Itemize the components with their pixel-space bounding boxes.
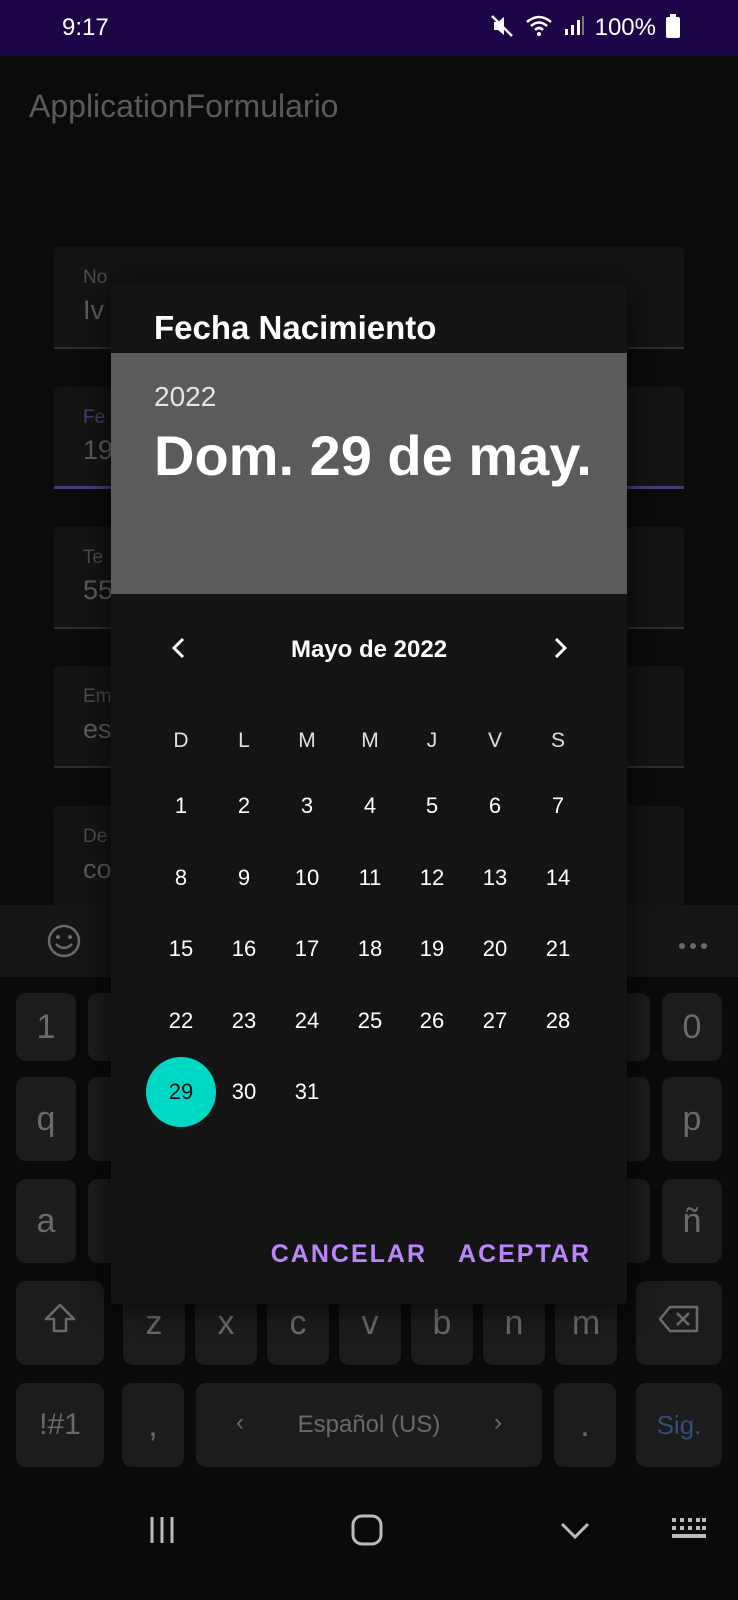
calendar-day[interactable]: 30 <box>209 1057 279 1127</box>
backspace-key[interactable] <box>636 1281 722 1365</box>
status-time: 9:17 <box>62 14 109 41</box>
weekday-label: S <box>550 729 565 752</box>
dialog-title: Fecha Nacimiento <box>154 309 437 346</box>
field-label: Te <box>83 547 104 568</box>
next-key[interactable]: Sig. <box>636 1383 722 1467</box>
key-0[interactable]: 0 <box>662 993 722 1061</box>
key-a[interactable]: a <box>16 1179 76 1263</box>
field-value: es <box>83 714 112 744</box>
calendar-day[interactable]: 22 <box>146 986 216 1056</box>
calendar-day[interactable]: 23 <box>209 986 279 1056</box>
calendar-day[interactable]: 28 <box>523 986 593 1056</box>
weekday-label: M <box>298 729 316 752</box>
calendar-day[interactable]: 12 <box>397 843 467 913</box>
emoji-icon[interactable] <box>46 923 82 964</box>
field-label: De <box>83 826 108 847</box>
shift-icon <box>42 1301 78 1346</box>
date-picker-header: 2022 Dom. 29 de may. <box>111 353 627 594</box>
weekday-label: V <box>487 729 502 752</box>
calendar-day[interactable]: 17 <box>272 914 342 984</box>
calendar-day[interactable]: 8 <box>146 843 216 913</box>
calendar-day[interactable]: 31 <box>272 1057 342 1127</box>
calendar-day[interactable]: 5 <box>397 771 467 841</box>
signal-icon <box>563 15 585 42</box>
comma-key[interactable]: , <box>122 1383 184 1467</box>
field-value: Iv <box>83 295 105 325</box>
calendar-day[interactable]: 1 <box>146 771 216 841</box>
calendar-day[interactable]: 2 <box>209 771 279 841</box>
weekday-label: M <box>361 729 379 752</box>
recents-icon[interactable] <box>146 1514 178 1551</box>
chevron-left-icon: ‹ <box>236 1409 244 1436</box>
field-value: co <box>83 854 112 884</box>
battery-icon <box>666 13 680 43</box>
calendar-day[interactable]: 20 <box>460 914 530 984</box>
calendar-day[interactable]: 24 <box>272 986 342 1056</box>
calendar-day[interactable]: 13 <box>460 843 530 913</box>
chevron-right-icon: › <box>494 1409 502 1436</box>
battery-percent: 100% <box>594 14 656 41</box>
home-icon[interactable] <box>350 1513 384 1552</box>
weekday-label: J <box>426 729 438 752</box>
calendar-day[interactable]: 26 <box>397 986 467 1056</box>
status-bar: 9:17 100% <box>0 0 738 56</box>
calendar-day[interactable]: 25 <box>335 986 405 1056</box>
key-q[interactable]: q <box>16 1077 76 1161</box>
calendar-day[interactable]: 3 <box>272 771 342 841</box>
weekday-label: L <box>238 729 250 752</box>
dialog-actions: CANCELAR ACEPTAR <box>271 1240 591 1269</box>
calendar-day[interactable]: 14 <box>523 843 593 913</box>
calendar-day[interactable]: 27 <box>460 986 530 1056</box>
calendar-day[interactable]: 15 <box>146 914 216 984</box>
month-navigation: Mayo de 2022 <box>111 630 627 670</box>
calendar-day[interactable]: 11 <box>335 843 405 913</box>
date-picker-dialog: Fecha Nacimiento 2022 Dom. 29 de may. Ma… <box>111 283 627 1304</box>
field-label: Em <box>83 686 112 707</box>
shift-key[interactable] <box>16 1281 104 1365</box>
calendar-day[interactable]: 10 <box>272 843 342 913</box>
cancel-button[interactable]: CANCELAR <box>271 1240 427 1269</box>
calendar-day[interactable]: 4 <box>335 771 405 841</box>
symbols-key[interactable]: !#1 <box>16 1383 104 1467</box>
calendar-day[interactable]: 19 <box>397 914 467 984</box>
calendar-day[interactable]: 18 <box>335 914 405 984</box>
calendar-day[interactable]: 9 <box>209 843 279 913</box>
space-key[interactable]: ‹ Español (US) › <box>196 1383 542 1467</box>
selected-date: Dom. 29 de may. <box>154 424 592 487</box>
chevron-down-icon[interactable] <box>558 1518 592 1547</box>
calendar-day[interactable]: 6 <box>460 771 530 841</box>
mute-icon <box>489 13 515 44</box>
field-label: No <box>83 267 108 288</box>
app-title: ApplicationFormulario <box>29 88 339 124</box>
chevron-right-icon <box>550 636 570 665</box>
keyboard-icon[interactable] <box>670 1516 708 1549</box>
field-label: Fe <box>83 407 106 428</box>
selected-year[interactable]: 2022 <box>154 381 216 413</box>
accept-button[interactable]: ACEPTAR <box>458 1240 591 1269</box>
calendar-day-selected[interactable]: 29 <box>146 1057 216 1127</box>
navigation-bar <box>0 1482 738 1600</box>
key-n-tilde[interactable]: ñ <box>662 1179 722 1263</box>
backspace-icon <box>658 1304 700 1343</box>
key-1[interactable]: 1 <box>16 993 76 1061</box>
calendar-day[interactable]: 16 <box>209 914 279 984</box>
field-value: 19 <box>83 435 114 465</box>
next-month-button[interactable] <box>540 630 580 670</box>
more-options-icon[interactable] <box>678 937 708 955</box>
period-key[interactable]: . <box>554 1383 616 1467</box>
key-p[interactable]: p <box>662 1077 722 1161</box>
weekday-label: D <box>173 729 189 752</box>
space-label: Español (US) <box>297 1411 441 1438</box>
calendar-day[interactable]: 21 <box>523 914 593 984</box>
field-value: 55 <box>83 575 114 605</box>
wifi-icon <box>525 14 553 43</box>
calendar-day[interactable]: 7 <box>523 771 593 841</box>
